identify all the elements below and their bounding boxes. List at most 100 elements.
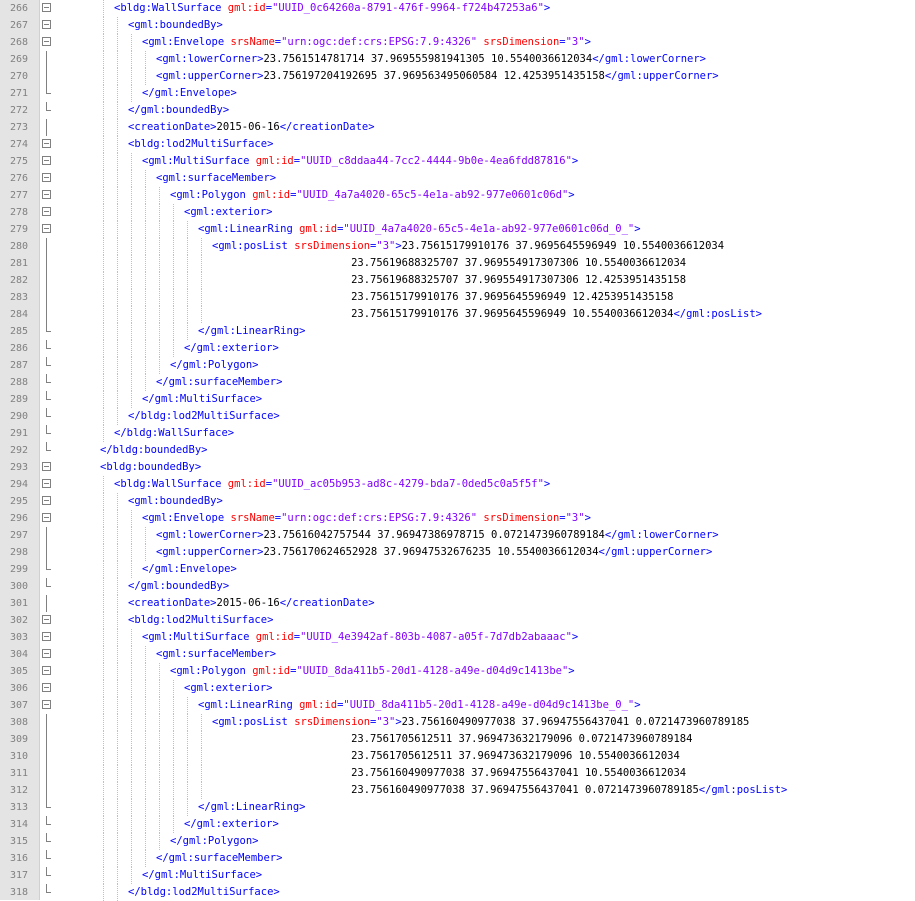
fold-line-icon <box>46 748 47 765</box>
code-line[interactable]: 318 </bldg:lod2MultiSurface> <box>0 884 915 901</box>
fold-toggle-icon[interactable] <box>42 683 51 692</box>
code-line[interactable]: 293 <bldg:boundedBy> <box>0 459 915 476</box>
line-number: 302 <box>9 615 28 626</box>
code-text: </gml:MultiSurface> <box>142 867 262 884</box>
code-editor[interactable]: 266 <bldg:WallSurface gml:id="UUID_0c6426… <box>0 0 915 901</box>
fold-toggle-icon[interactable] <box>42 666 51 675</box>
fold-toggle-icon[interactable] <box>42 479 51 488</box>
fold-toggle-icon[interactable] <box>42 224 51 233</box>
code-line[interactable]: 317 </gml:MultiSurface> <box>0 867 915 884</box>
code-line[interactable]: 282 23.75619688325707 37.969554917307306… <box>0 272 915 289</box>
xml-text-token: 23.75619688325707 37.969554917307306 10.… <box>351 257 687 269</box>
code-line[interactable]: 285 </gml:LinearRing> <box>0 323 915 340</box>
code-line[interactable]: 301 <creationDate>2015-06-16</creationDat… <box>0 595 915 612</box>
code-line[interactable]: 275 <gml:MultiSurface gml:id="UUID_c8ddaa… <box>0 153 915 170</box>
code-line[interactable]: 288 </gml:surfaceMember> <box>0 374 915 391</box>
code-line[interactable]: 292 </bldg:boundedBy> <box>0 442 915 459</box>
code-line[interactable]: 273 <creationDate>2015-06-16</creationDat… <box>0 119 915 136</box>
fold-toggle-icon[interactable] <box>42 615 51 624</box>
code-line[interactable]: 279 <gml:LinearRing gml:id="UUID_4a7a4020… <box>0 221 915 238</box>
fold-toggle-icon[interactable] <box>42 3 51 12</box>
code-line[interactable]: 302 <bldg:lod2MultiSurface> <box>0 612 915 629</box>
code-line[interactable]: 280 <gml:posList srsDimension="3">23.7561… <box>0 238 915 255</box>
code-line[interactable]: 312 23.756160490977038 37.96947556437041… <box>0 782 915 799</box>
code-line[interactable]: 270 <gml:upperCorner>23.756197204192695 3… <box>0 68 915 85</box>
code-line[interactable]: 272 </gml:boundedBy> <box>0 102 915 119</box>
code-line[interactable]: 276 <gml:surfaceMember> <box>0 170 915 187</box>
code-line[interactable]: 304 <gml:surfaceMember> <box>0 646 915 663</box>
code-line[interactable]: 305 <gml:Polygon gml:id="UUID_8da411b5-20… <box>0 663 915 680</box>
fold-toggle-icon[interactable] <box>42 462 51 471</box>
indent-guide <box>187 306 188 323</box>
indent-guide <box>103 136 104 153</box>
line-number: 286 <box>9 343 28 354</box>
fold-toggle-icon[interactable] <box>42 649 51 658</box>
indent-guide <box>201 782 202 799</box>
code-line[interactable]: 290 </bldg:lod2MultiSurface> <box>0 408 915 425</box>
fold-toggle-icon[interactable] <box>42 700 51 709</box>
code-line[interactable]: 311 23.756160490977038 37.96947556437041… <box>0 765 915 782</box>
fold-toggle-icon[interactable] <box>42 156 51 165</box>
fold-toggle-icon[interactable] <box>42 190 51 199</box>
code-line[interactable]: 266 <bldg:WallSurface gml:id="UUID_0c6426… <box>0 0 915 17</box>
code-line[interactable]: 274 <bldg:lod2MultiSurface> <box>0 136 915 153</box>
code-line[interactable]: 310 23.7561705612511 37.969473632179096 … <box>0 748 915 765</box>
code-text: </gml:boundedBy> <box>128 578 229 595</box>
indent-guide <box>173 272 174 289</box>
code-line[interactable]: 284 23.75615179910176 37.9695645596949 1… <box>0 306 915 323</box>
indent-guide <box>145 799 146 816</box>
code-line[interactable]: 298 <gml:upperCorner>23.756170624652928 3… <box>0 544 915 561</box>
fold-toggle-icon[interactable] <box>42 173 51 182</box>
code-line[interactable]: 299 </gml:Envelope> <box>0 561 915 578</box>
fold-toggle-icon[interactable] <box>42 513 51 522</box>
code-line[interactable]: 295 <gml:boundedBy> <box>0 493 915 510</box>
line-number: 298 <box>9 547 28 558</box>
xml-value-token: "UUID_0c64260a-8791-476f-9964-f724b47253… <box>272 2 544 14</box>
code-line[interactable]: 307 <gml:LinearRing gml:id="UUID_8da411b5… <box>0 697 915 714</box>
xml-tag-token: </creationDate> <box>279 121 375 133</box>
code-line[interactable]: 287 </gml:Polygon> <box>0 357 915 374</box>
code-line[interactable]: 309 23.7561705612511 37.969473632179096 … <box>0 731 915 748</box>
code-line[interactable]: 314 </gml:exterior> <box>0 816 915 833</box>
code-text: </gml:LinearRing> <box>198 799 305 816</box>
xml-tag-token: > <box>634 223 641 235</box>
fold-toggle-icon[interactable] <box>42 496 51 505</box>
fold-toggle-icon[interactable] <box>42 207 51 216</box>
code-line[interactable]: 303 <gml:MultiSurface gml:id="UUID_4e3942… <box>0 629 915 646</box>
code-line[interactable]: 271 </gml:Envelope> <box>0 85 915 102</box>
code-line[interactable]: 269 <gml:lowerCorner>23.7561514781714 37.… <box>0 51 915 68</box>
fold-toggle-icon[interactable] <box>42 632 51 641</box>
code-line[interactable]: 294 <bldg:WallSurface gml:id="UUID_ac05b9… <box>0 476 915 493</box>
code-line[interactable]: 291 </bldg:WallSurface> <box>0 425 915 442</box>
code-line[interactable]: 315 </gml:Polygon> <box>0 833 915 850</box>
code-line[interactable]: 289 </gml:MultiSurface> <box>0 391 915 408</box>
indent-guide <box>103 119 104 136</box>
fold-toggle-icon[interactable] <box>42 20 51 29</box>
code-line[interactable]: 283 23.75615179910176 37.9695645596949 1… <box>0 289 915 306</box>
code-line[interactable]: 278 <gml:exterior> <box>0 204 915 221</box>
indent-guide <box>117 629 118 646</box>
fold-toggle-icon[interactable] <box>42 37 51 46</box>
code-line[interactable]: 308 <gml:posList srsDimension="3">23.7561… <box>0 714 915 731</box>
code-line[interactable]: 300 </gml:boundedBy> <box>0 578 915 595</box>
line-number: 270 <box>9 71 28 82</box>
line-number: 277 <box>9 190 28 201</box>
code-line[interactable]: 316 </gml:surfaceMember> <box>0 850 915 867</box>
code-line[interactable]: 296 <gml:Envelope srsName="urn:ogc:def:cr… <box>0 510 915 527</box>
fold-toggle-icon[interactable] <box>42 139 51 148</box>
code-line[interactable]: 286 </gml:exterior> <box>0 340 915 357</box>
xml-text-token: 23.75615179910176 37.9695645596949 10.55… <box>401 240 725 252</box>
indent-guide <box>131 544 132 561</box>
code-line[interactable]: 306 <gml:exterior> <box>0 680 915 697</box>
code-line[interactable]: 313 </gml:LinearRing> <box>0 799 915 816</box>
fold-line-icon <box>46 884 51 893</box>
line-number: 313 <box>9 802 28 813</box>
code-line[interactable]: 297 <gml:lowerCorner>23.75616042757544 37… <box>0 527 915 544</box>
code-line[interactable]: 281 23.75619688325707 37.969554917307306… <box>0 255 915 272</box>
code-line[interactable]: 267 <gml:boundedBy> <box>0 17 915 34</box>
code-line[interactable]: 277 <gml:Polygon gml:id="UUID_4a7a4020-65… <box>0 187 915 204</box>
indent-guide <box>173 714 174 731</box>
code-line[interactable]: 268 <gml:Envelope srsName="urn:ogc:def:cr… <box>0 34 915 51</box>
xml-tag-token: </gml:LinearRing> <box>198 801 306 813</box>
indent-guide <box>103 408 104 425</box>
